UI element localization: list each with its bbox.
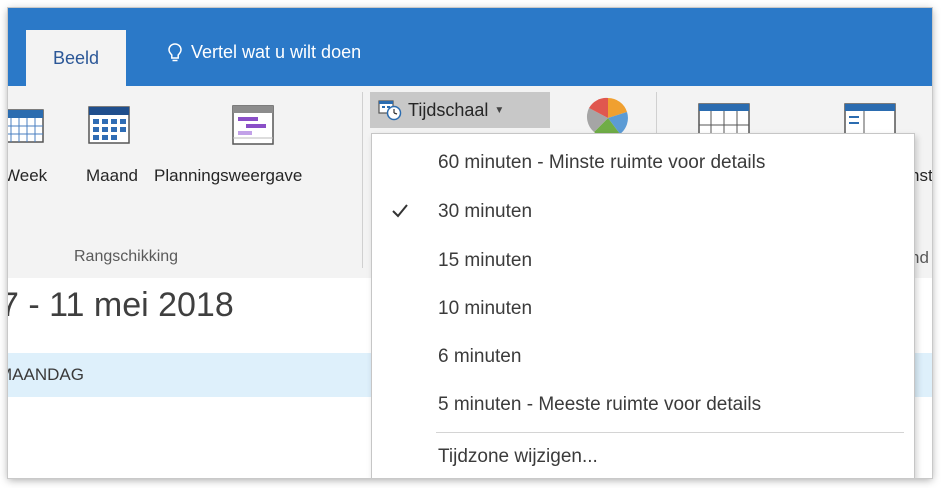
menu-item-30-minutes[interactable]: 30 minuten <box>372 189 914 235</box>
timescale-dropdown-button[interactable]: Tijdschaal ▼ <box>370 92 550 128</box>
date-range-title: 7 - 11 mei 2018 <box>8 286 234 324</box>
chevron-down-icon: ▼ <box>494 104 505 116</box>
color-pie-icon[interactable] <box>586 96 630 136</box>
menu-item-label: 15 minuten <box>438 250 533 271</box>
menu-item-60-minutes[interactable]: 60 minuten - Minste ruimte voor details <box>372 140 914 186</box>
month-label: Maand <box>86 166 138 185</box>
lightbulb-icon <box>168 42 182 61</box>
week-label: Week <box>8 166 48 185</box>
checkmark-icon <box>392 204 408 218</box>
timescale-menu: 60 minuten - Minste ruimte voor details … <box>371 133 915 478</box>
timescale-label: Tijdschaal <box>408 99 489 120</box>
schedule-view-button[interactable]: Planningsweergave <box>154 86 354 236</box>
tab-beeld-label: Beeld <box>52 47 100 68</box>
menu-item-label: 60 minuten - Minste ruimte voor details <box>438 152 766 173</box>
month-view-button[interactable]: Maand <box>78 86 144 236</box>
group-separator <box>362 92 363 268</box>
menu-item-label: 30 minuten <box>438 201 533 222</box>
tab-beeld[interactable]: Beeld <box>26 30 126 86</box>
ribbon-tab-bar: Beeld Vertel wat u wilt doen <box>8 8 932 86</box>
tell-me-text: Vertel wat u wilt doen <box>191 42 362 62</box>
menu-item-label: 5 minuten - Meeste ruimte voor details <box>438 394 762 415</box>
calendar-week-icon <box>8 109 44 143</box>
menu-item-label: 10 minuten <box>438 298 533 319</box>
menu-item-5-minutes[interactable]: 5 minuten - Meeste ruimte voor details <box>372 382 914 428</box>
menu-item-label: 6 minuten <box>438 346 522 367</box>
schedule-label: Planningsweergave <box>154 166 303 185</box>
menu-separator <box>436 432 904 433</box>
calendar-month-icon <box>88 106 130 144</box>
schedule-view-icon <box>232 105 274 145</box>
menu-item-15-minutes[interactable]: 15 minuten <box>372 238 914 284</box>
menu-item-6-minutes[interactable]: 6 minuten <box>372 334 914 380</box>
menu-item-10-minutes[interactable]: 10 minuten <box>372 286 914 332</box>
day-header-monday: MAANDAG <box>8 365 84 384</box>
menu-item-change-timezone[interactable]: Tijdzone wijzigen... <box>372 434 914 478</box>
week-view-button[interactable]: Week <box>8 86 68 236</box>
group-label-arrangement: Rangschikking <box>74 248 179 265</box>
menu-item-label: Tijdzone wijzigen... <box>438 446 598 467</box>
timescale-icon <box>378 100 402 121</box>
tell-me-box[interactable]: Vertel wat u wilt doen <box>168 42 361 63</box>
app-window: Beeld Vertel wat u wilt doen Week Maand … <box>8 8 932 478</box>
